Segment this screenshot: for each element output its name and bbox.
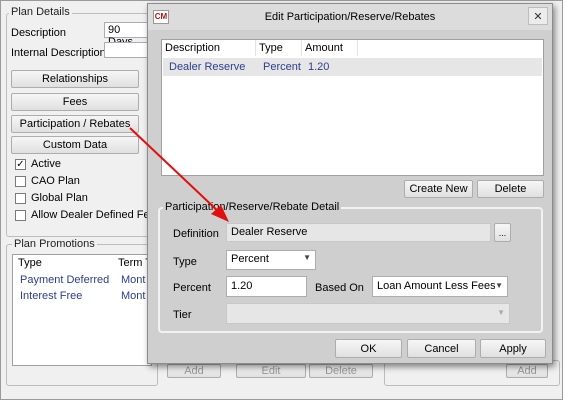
annotation-arrow-line <box>129 127 221 214</box>
annotation-arrow <box>129 127 229 222</box>
